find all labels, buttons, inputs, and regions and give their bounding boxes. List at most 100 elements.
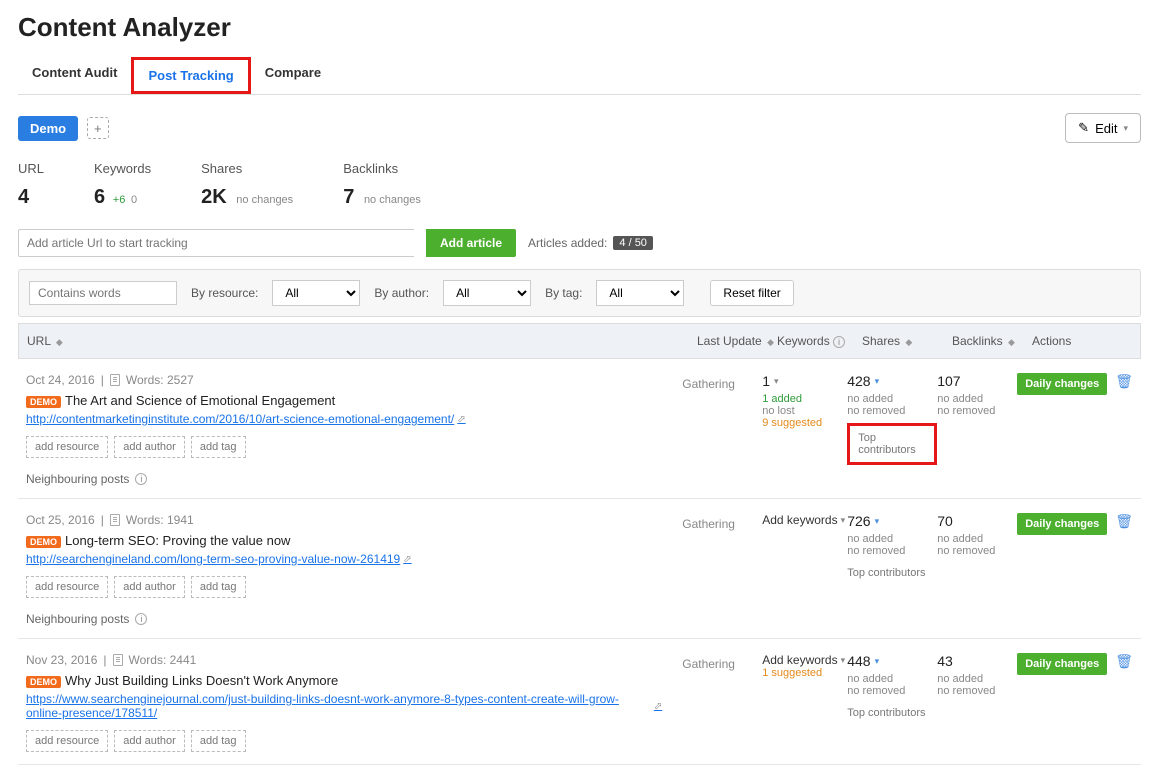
document-icon bbox=[110, 514, 120, 526]
add-resource-button[interactable]: add resource bbox=[26, 436, 108, 458]
chevron-down-icon: ▾ bbox=[841, 515, 846, 526]
th-backlinks[interactable]: Backlinks bbox=[952, 334, 1003, 348]
summary-backlinks-note: no changes bbox=[364, 194, 421, 206]
demo-pill[interactable]: Demo bbox=[18, 116, 78, 141]
pencil-icon: ✎ bbox=[1078, 120, 1089, 136]
chevron-down-icon: ▾ bbox=[1123, 123, 1128, 134]
add-resource-button[interactable]: add resource bbox=[26, 576, 108, 598]
top-contributors-link[interactable]: Top contributors bbox=[847, 423, 937, 465]
add-project-button[interactable]: + bbox=[87, 117, 109, 139]
add-article-button[interactable]: Add article bbox=[426, 229, 516, 257]
sort-icon: ◆ bbox=[905, 337, 912, 347]
th-keywords[interactable]: Keywords bbox=[777, 334, 830, 348]
add-tag-button[interactable]: add tag bbox=[191, 730, 246, 752]
article-date: Nov 23, 2016 bbox=[26, 653, 97, 667]
daily-changes-button[interactable]: Daily changes bbox=[1017, 373, 1107, 395]
neighbouring-posts-link[interactable]: Neighbouring posts bbox=[26, 612, 129, 626]
chevron-down-icon: ▾ bbox=[875, 376, 880, 387]
last-update-value: Gathering bbox=[682, 373, 762, 486]
shares-stat: no added bbox=[847, 533, 937, 545]
sort-icon: ◆ bbox=[1008, 337, 1015, 347]
external-link-icon: ⬀ bbox=[654, 701, 662, 712]
th-last-update[interactable]: Last Update bbox=[697, 334, 762, 348]
last-update-value: Gathering bbox=[682, 513, 762, 626]
by-author-select[interactable]: All bbox=[443, 280, 531, 306]
summary-keywords-delta2: 0 bbox=[131, 194, 137, 206]
backlinks-stat: no added bbox=[937, 673, 1017, 685]
by-tag-label: By tag: bbox=[545, 286, 582, 300]
add-url-input[interactable] bbox=[18, 229, 414, 257]
summary-metrics: URL 4 Keywords 6 +6 0 Shares 2K no chang… bbox=[18, 161, 1141, 209]
backlinks-stat: no added bbox=[937, 533, 1017, 545]
summary-shares-note: no changes bbox=[236, 194, 293, 206]
article-title: Why Just Building Links Doesn't Work Any… bbox=[65, 673, 338, 688]
trash-icon[interactable]: 🗑 bbox=[1115, 373, 1133, 390]
article-date: Oct 24, 2016 bbox=[26, 373, 95, 387]
keywords-count[interactable]: 1 ▾ bbox=[762, 373, 847, 389]
info-icon[interactable]: i bbox=[135, 613, 147, 625]
shares-count[interactable]: 428 ▾ bbox=[847, 373, 937, 389]
contains-words-input[interactable] bbox=[29, 281, 177, 305]
words-label: Words: 1941 bbox=[126, 513, 194, 527]
trash-icon[interactable]: 🗑 bbox=[1115, 513, 1133, 530]
add-keywords-button[interactable]: Add keywords ▾ bbox=[762, 653, 847, 667]
shares-stat: no removed bbox=[847, 545, 937, 557]
table-header: URL ◆ Last Update ◆ Keywords i Shares ◆ … bbox=[18, 323, 1141, 359]
shares-stat: no added bbox=[847, 673, 937, 685]
th-url[interactable]: URL bbox=[27, 334, 51, 348]
summary-shares-value: 2K bbox=[201, 186, 227, 209]
add-author-button[interactable]: add author bbox=[114, 730, 185, 752]
tab-post-tracking[interactable]: Post Tracking bbox=[131, 57, 250, 94]
last-update-value: Gathering bbox=[682, 653, 762, 752]
document-icon bbox=[110, 374, 120, 386]
th-shares[interactable]: Shares bbox=[862, 334, 900, 348]
backlinks-stat: no added bbox=[937, 393, 1017, 405]
info-icon[interactable]: i bbox=[135, 473, 147, 485]
add-tag-button[interactable]: add tag bbox=[191, 436, 246, 458]
reset-filter-button[interactable]: Reset filter bbox=[710, 280, 793, 306]
summary-backlinks-value: 7 bbox=[343, 186, 354, 209]
sort-icon: ◆ bbox=[767, 337, 774, 347]
neighbouring-posts-link[interactable]: Neighbouring posts bbox=[26, 472, 129, 486]
summary-keywords-delta: +6 bbox=[113, 194, 126, 206]
by-tag-select[interactable]: All bbox=[596, 280, 684, 306]
article-url-link[interactable]: http://searchengineland.com/long-term-se… bbox=[26, 552, 412, 566]
backlinks-count: 70 bbox=[937, 513, 1017, 529]
summary-shares-label: Shares bbox=[201, 161, 293, 176]
sort-icon: ◆ bbox=[56, 337, 63, 347]
trash-icon[interactable]: 🗑 bbox=[1115, 653, 1133, 670]
shares-count[interactable]: 726 ▾ bbox=[847, 513, 937, 529]
articles-added-count: 4 / 50 bbox=[613, 236, 653, 250]
edit-button[interactable]: ✎ Edit ▾ bbox=[1065, 113, 1141, 143]
tabs-nav: Content Audit Post Tracking Compare bbox=[18, 57, 1141, 95]
words-label: Words: 2527 bbox=[126, 373, 194, 387]
info-icon[interactable]: i bbox=[833, 336, 845, 348]
chevron-down-icon: ▾ bbox=[841, 655, 846, 666]
by-resource-label: By resource: bbox=[191, 286, 258, 300]
summary-keywords-value: 6 bbox=[94, 186, 105, 209]
shares-count[interactable]: 448 ▾ bbox=[847, 653, 937, 669]
backlinks-stat: no removed bbox=[937, 405, 1017, 417]
tab-compare[interactable]: Compare bbox=[251, 57, 335, 94]
add-author-button[interactable]: add author bbox=[114, 436, 185, 458]
top-contributors-link[interactable]: Top contributors bbox=[847, 567, 937, 579]
article-url-link[interactable]: https://www.searchenginejournal.com/just… bbox=[26, 692, 662, 720]
backlinks-count: 43 bbox=[937, 653, 1017, 669]
top-contributors-link[interactable]: Top contributors bbox=[847, 707, 937, 719]
by-resource-select[interactable]: All bbox=[272, 280, 360, 306]
add-keywords-button[interactable]: Add keywords ▾ bbox=[762, 513, 847, 527]
add-tag-button[interactable]: add tag bbox=[191, 576, 246, 598]
tab-content-audit[interactable]: Content Audit bbox=[18, 57, 131, 94]
article-row: Nov 23, 2016 | Words: 2441DemoWhy Just B… bbox=[18, 639, 1141, 765]
daily-changes-button[interactable]: Daily changes bbox=[1017, 513, 1107, 535]
add-resource-button[interactable]: add resource bbox=[26, 730, 108, 752]
th-actions: Actions bbox=[1032, 334, 1071, 348]
articles-added-label: Articles added: bbox=[528, 236, 607, 250]
article-url-link[interactable]: http://contentmarketinginstitute.com/201… bbox=[26, 412, 466, 426]
daily-changes-button[interactable]: Daily changes bbox=[1017, 653, 1107, 675]
article-title: Long-term SEO: Proving the value now bbox=[65, 533, 290, 548]
keywords-stat: 1 added bbox=[762, 393, 847, 405]
demo-badge: Demo bbox=[26, 536, 61, 548]
add-author-button[interactable]: add author bbox=[114, 576, 185, 598]
external-link-icon: ⬀ bbox=[403, 554, 411, 565]
